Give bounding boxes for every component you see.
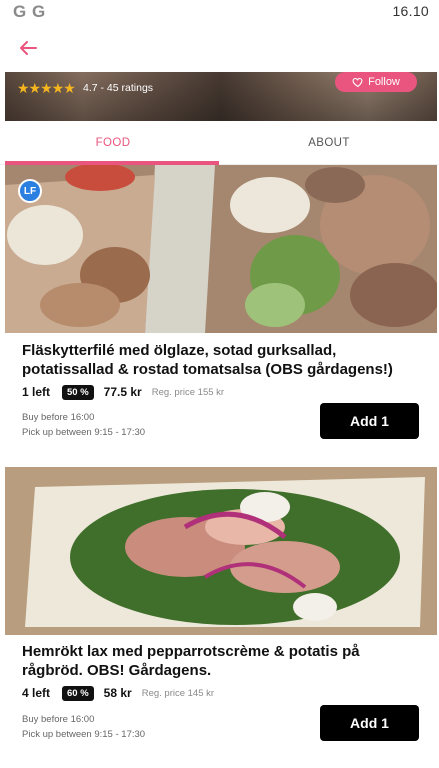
add-button[interactable]: Add 1 (320, 705, 419, 741)
price: 58 kr (103, 686, 132, 700)
rating-text: 4.7 - 45 ratings (83, 82, 154, 94)
tab-food[interactable]: FOOD (5, 121, 221, 165)
lf-badge: LF (18, 179, 42, 203)
regular-price: Reg. price 155 kr (151, 386, 225, 398)
arrow-left-icon (20, 41, 37, 55)
stock-count: 4 left (22, 686, 51, 700)
pickup-window: Pick up between 9:15 - 17:30 (22, 729, 146, 740)
food-photo (5, 467, 437, 635)
price: 77.5 kr (103, 385, 142, 399)
product-meta: 4 left 60 % 58 kr Reg. price 145 kr (22, 685, 214, 701)
stock-count: 1 left (22, 385, 51, 399)
product-title: Fläskytterfilé med ölglaze, sotad gurksa… (22, 342, 393, 378)
food-image: LF (5, 165, 437, 333)
pickup-info: Buy before 16:00 Pick up between 9:15 - … (22, 712, 145, 742)
status-bar: G G 16.10 (0, 0, 439, 24)
app-bar (0, 24, 439, 72)
follow-label: Follow (368, 76, 400, 88)
tab-bar: FOOD ABOUT (0, 121, 439, 165)
pickup-info: Buy before 16:00 Pick up between 9:15 - … (22, 410, 145, 440)
google-icon: G (13, 2, 27, 21)
store-hero-image: ★★★★★ 4.7 - 45 ratings Follow (5, 72, 437, 121)
discount-badge: 50 % (62, 384, 94, 400)
rating-stars: ★★★★★ (17, 80, 76, 96)
food-image (5, 467, 437, 635)
status-time: 16.10 (392, 3, 429, 19)
product-card[interactable]: Hemrökt lax med pepparrotscrème & potati… (5, 467, 437, 768)
discount-badge: 60 % (62, 685, 94, 701)
buy-before: Buy before 16:00 (22, 714, 95, 725)
buy-before: Buy before 16:00 (22, 412, 95, 423)
pickup-window: Pick up between 9:15 - 17:30 (22, 427, 146, 438)
food-photo (5, 165, 437, 333)
google-icon: G (32, 2, 46, 21)
product-card[interactable]: LF Fläskytterfilé med ölglaze, sotad gur… (5, 165, 437, 462)
follow-button[interactable]: Follow (335, 72, 417, 92)
product-meta: 1 left 50 % 77.5 kr Reg. price 155 kr (22, 384, 224, 400)
tab-about[interactable]: ABOUT (221, 121, 437, 165)
add-button[interactable]: Add 1 (320, 403, 419, 439)
heart-outline-icon (352, 77, 363, 88)
back-button[interactable] (16, 36, 40, 60)
regular-price: Reg. price 145 kr (141, 687, 215, 699)
product-title: Hemrökt lax med pepparrotscrème & potati… (22, 643, 360, 679)
